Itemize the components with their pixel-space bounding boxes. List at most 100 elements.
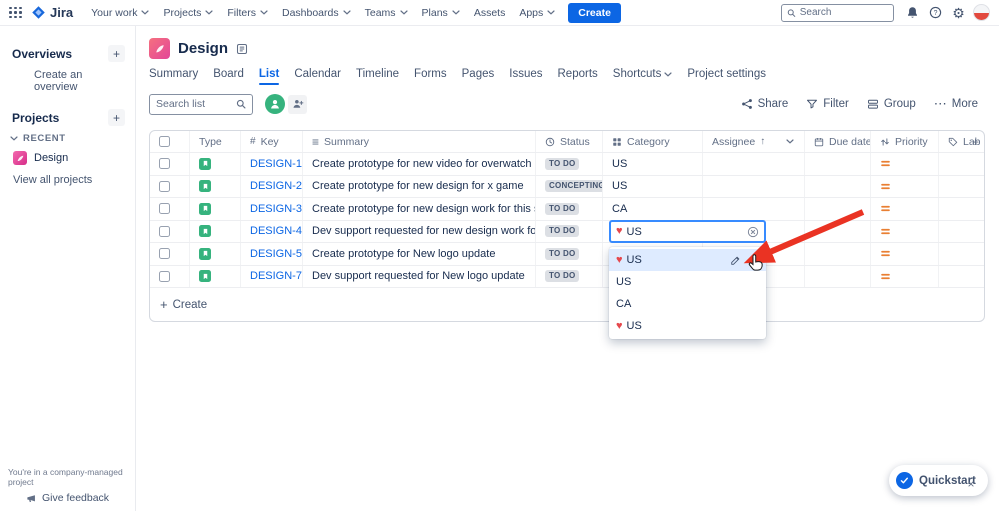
add-column-button[interactable]: +	[972, 135, 979, 149]
row-checkbox[interactable]	[159, 158, 170, 170]
column-header-assignee[interactable]: Assignee ↑	[703, 131, 805, 152]
column-header-labels[interactable]: Labels +	[939, 131, 984, 152]
category-edit-field[interactable]: ♥ US	[609, 220, 766, 243]
issue-summary[interactable]: Dev support requested for New logo updat…	[303, 265, 536, 287]
global-search-box[interactable]	[781, 3, 894, 22]
nav-item-teams[interactable]: Teams	[359, 4, 414, 22]
delete-option-icon[interactable]	[748, 255, 759, 266]
row-checkbox[interactable]	[159, 225, 170, 237]
app-switcher-icon[interactable]	[9, 6, 22, 19]
tab-board[interactable]: Board	[213, 68, 244, 85]
table-row[interactable]: DESIGN-3 Create prototype for new design…	[150, 198, 984, 221]
row-checkbox[interactable]	[159, 248, 170, 260]
set-icon[interactable]	[236, 43, 248, 55]
due-date-cell[interactable]	[805, 243, 871, 265]
tab-shortcuts[interactable]: Shortcuts	[613, 68, 673, 85]
due-date-cell[interactable]	[805, 198, 871, 220]
more-button[interactable]: ⋯ More	[927, 95, 985, 113]
status-badge[interactable]: CONCEPTING	[545, 180, 602, 193]
dropdown-option[interactable]: CA	[609, 293, 766, 315]
table-row[interactable]: DESIGN-2 Create prototype for new design…	[150, 175, 984, 198]
issue-summary[interactable]: Create prototype for new video for overw…	[303, 153, 536, 175]
table-row[interactable]: DESIGN-7 Dev support requested for New l…	[150, 265, 984, 288]
column-header-priority[interactable]: Priority	[871, 131, 939, 152]
status-badge[interactable]: TO DO	[545, 225, 580, 238]
list-search-box[interactable]	[149, 93, 253, 115]
nav-item-dashboards[interactable]: Dashboards	[276, 4, 357, 22]
labels-cell[interactable]	[939, 153, 984, 175]
clear-field-icon[interactable]	[747, 226, 759, 238]
status-badge[interactable]: TO DO	[545, 157, 580, 170]
tab-project-settings[interactable]: Project settings	[687, 68, 766, 85]
issue-summary[interactable]: Create prototype for New logo update	[303, 243, 536, 265]
tab-issues[interactable]: Issues	[509, 68, 542, 85]
create-project-button[interactable]: +	[108, 109, 125, 126]
column-header-summary[interactable]: ≡ Summary	[303, 131, 536, 152]
status-badge[interactable]: TO DO	[545, 202, 580, 215]
category-cell[interactable]: CA	[603, 198, 703, 220]
row-checkbox[interactable]	[159, 270, 170, 282]
nav-item-projects[interactable]: Projects	[157, 4, 219, 22]
jira-logo[interactable]: Jira	[31, 5, 73, 20]
assignee-cell[interactable]	[703, 198, 805, 220]
issue-key-link[interactable]: DESIGN-5	[250, 248, 302, 260]
status-badge[interactable]: TO DO	[545, 247, 580, 260]
issue-key-link[interactable]: DESIGN-7	[250, 270, 302, 282]
sidebar-item-create-overview[interactable]: Create an overview	[8, 64, 127, 98]
issue-summary[interactable]: Dev support requested for new design wor…	[303, 220, 536, 242]
tab-pages[interactable]: Pages	[462, 68, 495, 85]
issue-summary[interactable]: Create prototype for new design for x ga…	[303, 175, 536, 197]
column-header-category[interactable]: Category	[603, 131, 703, 152]
due-date-cell[interactable]	[805, 265, 871, 287]
assignee-cell[interactable]	[703, 175, 805, 197]
tab-forms[interactable]: Forms	[414, 68, 447, 85]
issue-key-link[interactable]: DESIGN-2	[250, 180, 302, 192]
due-date-cell[interactable]	[805, 220, 871, 242]
issue-key-link[interactable]: DESIGN-3	[250, 203, 302, 215]
issue-summary[interactable]: Create prototype for new design work for…	[303, 198, 536, 220]
assignee-cell[interactable]	[703, 153, 805, 175]
view-all-projects-link[interactable]: View all projects	[8, 169, 127, 191]
column-header-due-date[interactable]: Due date	[805, 131, 871, 152]
select-all-checkbox[interactable]	[159, 136, 170, 147]
dropdown-option[interactable]: ♥ US	[609, 315, 766, 337]
table-create-button[interactable]: + Create	[160, 298, 207, 311]
column-header-type[interactable]: Type	[190, 131, 241, 152]
global-search-input[interactable]	[799, 7, 888, 18]
row-checkbox[interactable]	[159, 203, 170, 215]
tab-timeline[interactable]: Timeline	[356, 68, 399, 85]
quickstart-dismiss-icon[interactable]: ×	[963, 476, 979, 492]
category-cell[interactable]: US	[603, 175, 703, 197]
column-header-key[interactable]: # Key	[241, 131, 303, 152]
user-avatar[interactable]	[973, 4, 990, 21]
table-row[interactable]: DESIGN-1 Create prototype for new video …	[150, 153, 984, 176]
category-cell[interactable]: US	[603, 153, 703, 175]
issue-key-link[interactable]: DESIGN-1	[250, 158, 302, 170]
global-create-button[interactable]: Create	[568, 2, 621, 23]
edit-option-icon[interactable]	[730, 255, 741, 266]
column-header-status[interactable]: Status	[536, 131, 603, 152]
labels-cell[interactable]	[939, 266, 984, 288]
tab-list[interactable]: List	[258, 68, 280, 85]
add-people-button[interactable]	[288, 94, 307, 114]
labels-cell[interactable]	[939, 243, 984, 265]
give-feedback-button[interactable]: Give feedback	[0, 492, 135, 504]
settings-gear-icon[interactable]: ⚙	[948, 2, 969, 23]
add-overview-button[interactable]: +	[108, 45, 125, 62]
nav-item-assets[interactable]: Assets	[468, 4, 512, 22]
dropdown-option[interactable]: ♥ US	[609, 249, 766, 271]
tab-calendar[interactable]: Calendar	[294, 68, 341, 85]
due-date-cell[interactable]	[805, 153, 871, 175]
tab-reports[interactable]: Reports	[558, 68, 598, 85]
labels-cell[interactable]	[939, 221, 984, 243]
filter-button[interactable]: Filter	[799, 95, 856, 113]
nav-item-filters[interactable]: Filters	[221, 4, 274, 22]
column-menu-chevron-icon[interactable]	[786, 139, 794, 144]
nav-item-your-work[interactable]: Your work	[85, 4, 155, 22]
table-row[interactable]: DESIGN-4 Dev support requested for new d…	[150, 220, 984, 243]
sort-ascending-icon[interactable]: ↑	[760, 136, 765, 147]
due-date-cell[interactable]	[805, 175, 871, 197]
nav-item-plans[interactable]: Plans	[416, 4, 466, 22]
group-button[interactable]: Group	[860, 95, 923, 113]
status-badge[interactable]: TO DO	[545, 270, 580, 283]
